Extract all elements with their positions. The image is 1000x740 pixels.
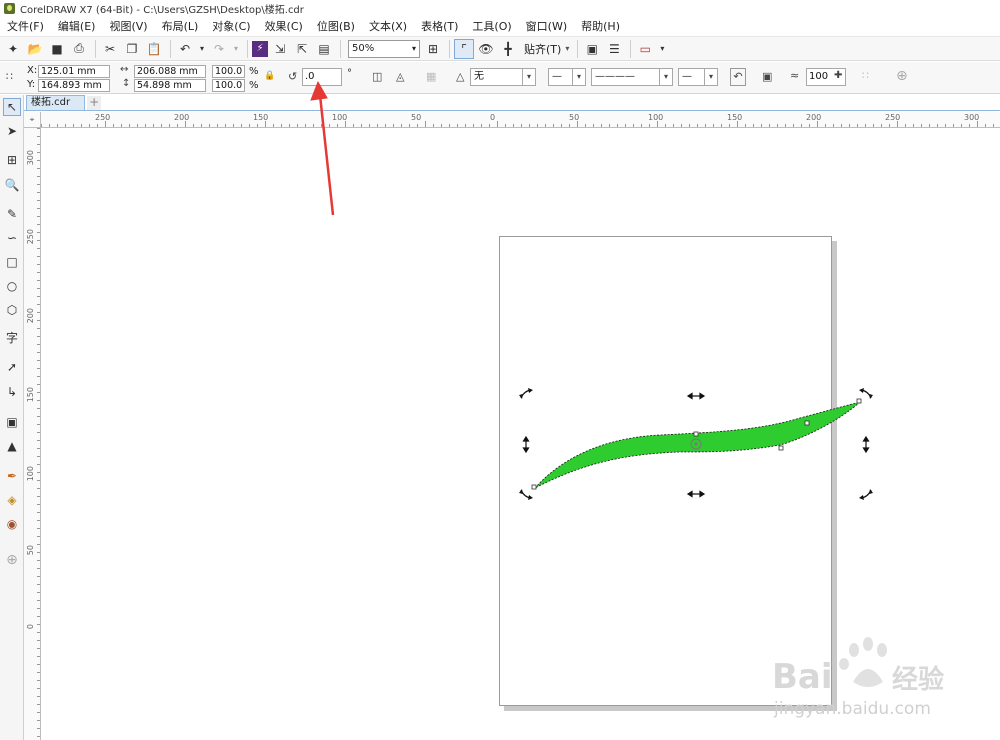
- watermark-brand: Bai: [772, 657, 833, 697]
- node-handle: [804, 420, 810, 426]
- selection-overlay: [310, 80, 873, 500]
- node-handle: [531, 484, 537, 490]
- skew-handle-right: [862, 435, 870, 454]
- node-handle: [856, 398, 862, 404]
- baidu-paw-icon: [839, 637, 887, 687]
- node-handle: [778, 445, 784, 451]
- skew-handle-top: [686, 392, 706, 400]
- selected-curve-shape[interactable]: [534, 401, 861, 489]
- annotation-arrow: [310, 80, 335, 216]
- node-handle: [693, 431, 699, 437]
- baidu-watermark: Bai 经验 jingyan.baidu.com: [772, 637, 944, 719]
- skew-handle-bottom: [686, 490, 706, 498]
- watermark-suffix: 经验: [892, 664, 944, 695]
- skew-handle-left: [522, 435, 530, 454]
- watermark-url: jingyan.baidu.com: [773, 699, 931, 719]
